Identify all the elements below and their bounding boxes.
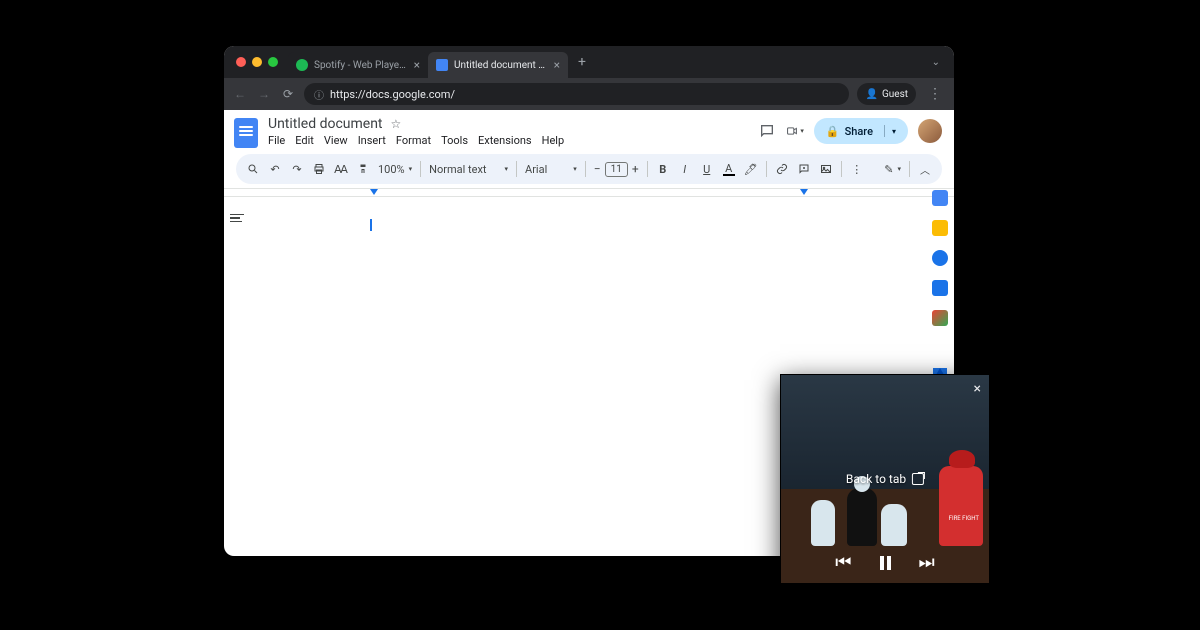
close-window-button[interactable] <box>236 57 246 67</box>
tab-google-docs[interactable]: Untitled document - Google D × <box>428 52 568 78</box>
editing-mode-button[interactable]: ✎▾ <box>884 163 901 176</box>
insert-comment-button[interactable] <box>797 162 811 176</box>
keep-icon[interactable] <box>932 220 948 236</box>
firefighter-text: FIRE FIGHT <box>949 516 979 523</box>
menu-tools[interactable]: Tools <box>441 134 468 147</box>
share-dropdown-icon[interactable]: ▾ <box>892 127 896 136</box>
insert-link-button[interactable] <box>775 162 789 176</box>
account-avatar[interactable] <box>918 119 942 143</box>
paragraph-style-select[interactable]: Normal text▾ <box>429 163 508 176</box>
pencil-icon: ✎ <box>884 163 893 176</box>
right-indent-marker[interactable] <box>800 189 808 195</box>
tab-bar: Spotify - Web Player: Music f × Untitled… <box>224 46 954 78</box>
print-icon[interactable] <box>312 162 326 176</box>
bold-button[interactable]: B <box>656 162 670 176</box>
share-button[interactable]: 🔒 Share ▾ <box>814 118 908 144</box>
tab-search-button[interactable]: ⌄ <box>926 57 946 68</box>
site-info-icon[interactable]: ⓘ <box>314 87 324 102</box>
contacts-icon[interactable] <box>932 280 948 296</box>
pause-button[interactable] <box>880 552 891 573</box>
decrease-font-button[interactable]: − <box>594 162 601 176</box>
previous-track-button[interactable]: ⏮ <box>835 552 851 573</box>
share-label: Share <box>845 125 873 138</box>
spellcheck-icon[interactable]: Ꜳ <box>334 162 348 176</box>
close-pip-button[interactable]: × <box>974 381 981 397</box>
maps-icon[interactable] <box>932 310 948 326</box>
hide-menus-button[interactable]: ︿ <box>918 162 932 176</box>
close-tab-icon[interactable]: × <box>414 59 420 71</box>
docs-header: Untitled document ☆ File Edit View Inser… <box>224 110 954 150</box>
url-text: https://docs.google.com/ <box>330 88 455 101</box>
reload-button[interactable]: ⟳ <box>280 86 296 102</box>
minimize-window-button[interactable] <box>252 57 262 67</box>
document-title[interactable]: Untitled document <box>268 116 383 132</box>
comments-icon[interactable] <box>758 122 776 140</box>
meet-icon[interactable]: ▾ <box>786 122 804 140</box>
undo-icon[interactable]: ↶ <box>268 162 282 176</box>
increase-font-button[interactable]: + <box>632 162 639 176</box>
menu-bar: File Edit View Insert Format Tools Exten… <box>268 134 564 147</box>
window-controls <box>236 57 278 67</box>
open-in-new-icon <box>912 473 924 485</box>
spotify-icon <box>296 59 308 71</box>
insert-image-button[interactable] <box>819 162 833 176</box>
back-to-tab-label: Back to tab <box>846 472 906 486</box>
text-color-button[interactable]: A <box>722 162 736 176</box>
ruler[interactable] <box>224 189 954 197</box>
zoom-select[interactable]: 100%▾ <box>378 163 412 176</box>
next-track-button[interactable]: ⏭ <box>919 552 935 573</box>
docs-icon <box>436 59 448 71</box>
star-icon[interactable]: ☆ <box>391 117 402 131</box>
font-size-input[interactable]: 11 <box>605 162 628 177</box>
font-select[interactable]: Arial▾ <box>525 163 577 176</box>
search-icon[interactable] <box>246 162 260 176</box>
close-tab-icon[interactable]: × <box>554 59 560 71</box>
menu-edit[interactable]: Edit <box>295 134 314 147</box>
toolbar: ↶ ↷ Ꜳ 100%▾ Normal text▾ Arial▾ − 11 + <box>236 154 942 184</box>
italic-button[interactable]: I <box>678 162 692 176</box>
back-to-tab-button[interactable]: Back to tab <box>846 472 924 486</box>
tab-label: Spotify - Web Player: Music f <box>314 60 408 71</box>
more-button[interactable]: ⋮ <box>850 162 864 176</box>
left-indent-marker[interactable] <box>370 189 378 195</box>
text-cursor <box>370 219 372 231</box>
menu-extensions[interactable]: Extensions <box>478 134 532 147</box>
docs-logo-icon[interactable] <box>234 118 258 148</box>
outline-button[interactable] <box>230 209 248 227</box>
guest-label: Guest <box>882 89 908 100</box>
font-size-stepper: − 11 + <box>594 162 639 177</box>
picture-in-picture-window[interactable]: FIRE FIGHT × Back to tab ⏮ ⏭ <box>780 374 990 584</box>
menu-help[interactable]: Help <box>542 134 565 147</box>
tab-spotify[interactable]: Spotify - Web Player: Music f × <box>288 52 428 78</box>
guest-icon: 👤 <box>865 89 877 100</box>
paint-format-icon[interactable] <box>356 162 370 176</box>
browser-menu-button[interactable]: ⋮ <box>924 86 946 102</box>
menu-format[interactable]: Format <box>396 134 431 147</box>
side-panel <box>926 184 954 398</box>
underline-button[interactable]: U <box>700 162 714 176</box>
profile-chip[interactable]: 👤 Guest <box>857 83 916 105</box>
pip-controls: ⏮ ⏭ <box>781 552 989 573</box>
maximize-window-button[interactable] <box>268 57 278 67</box>
back-button[interactable]: ← <box>232 86 248 102</box>
lock-icon: 🔒 <box>826 125 840 138</box>
menu-file[interactable]: File <box>268 134 285 147</box>
forward-button[interactable]: → <box>256 86 272 102</box>
address-bar: ← → ⟳ ⓘ https://docs.google.com/ 👤 Guest… <box>224 78 954 110</box>
tab-label: Untitled document - Google D <box>454 60 548 71</box>
tasks-icon[interactable] <box>932 250 948 266</box>
menu-view[interactable]: View <box>324 134 348 147</box>
menu-insert[interactable]: Insert <box>358 134 386 147</box>
new-tab-button[interactable]: + <box>568 54 596 70</box>
redo-icon[interactable]: ↷ <box>290 162 304 176</box>
url-input[interactable]: ⓘ https://docs.google.com/ <box>304 83 849 105</box>
calendar-icon[interactable] <box>932 190 948 206</box>
highlight-button[interactable]: 🖊 <box>744 162 758 176</box>
